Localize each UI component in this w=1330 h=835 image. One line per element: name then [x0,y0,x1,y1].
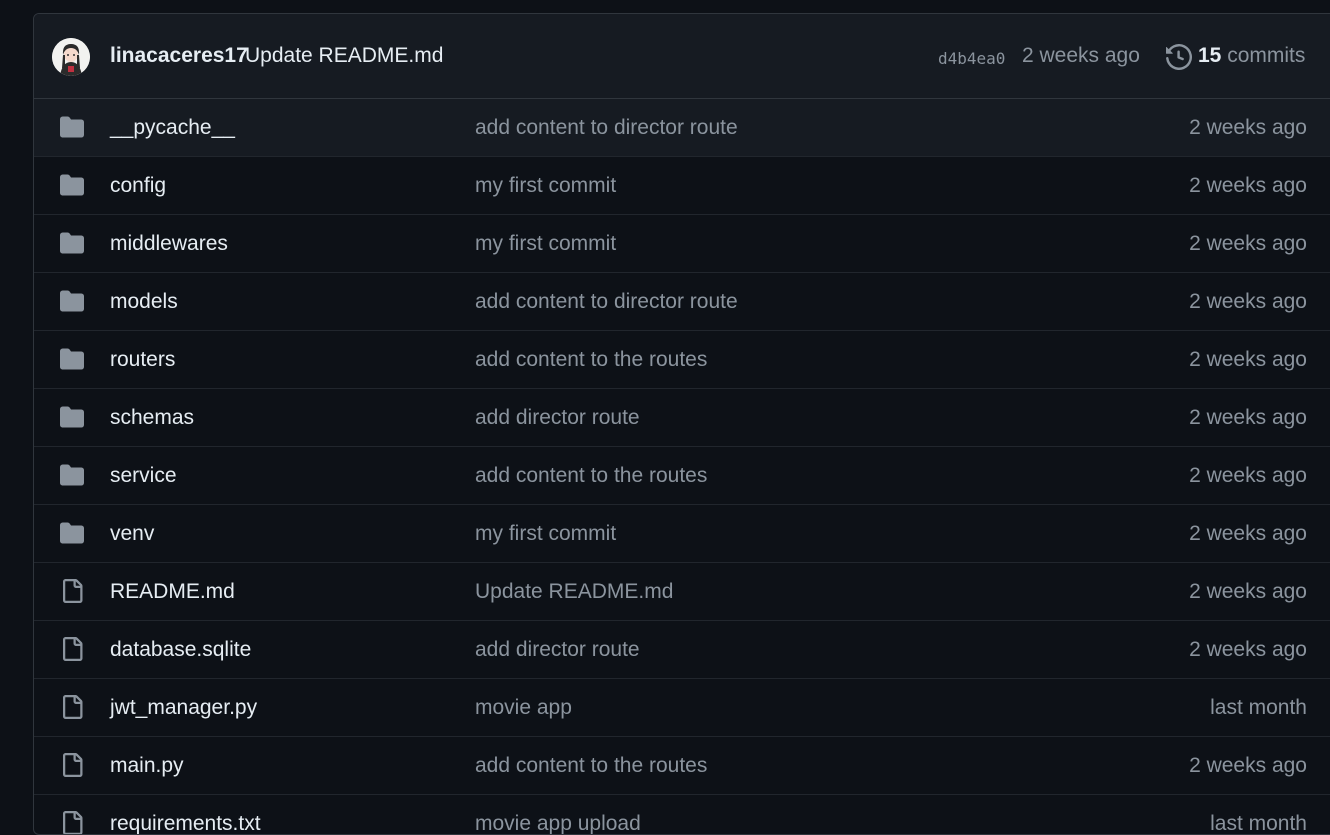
folder-icon [59,347,85,371]
file-browser: linacaceres17 Update README.md d4b4ea0 2… [33,13,1330,835]
file-icon [59,753,85,777]
commits-count-link[interactable]: 15 commits [1198,44,1305,68]
commit-age: last month [1210,696,1307,719]
commit-hash-link[interactable]: d4b4ea0 [938,49,1005,68]
commit-message-link[interactable]: add director route [475,638,640,662]
commit-count: 15 [1198,44,1222,67]
folder-icon [59,289,85,313]
file-name-link[interactable]: requirements.txt [110,812,261,834]
commit-count-label: commits [1227,44,1306,67]
commit-message-link[interactable]: Update README.md [245,44,443,68]
file-row[interactable]: README.md Update README.md 2 weeks ago [34,563,1330,621]
commit-age: last month [1210,812,1307,835]
file-row[interactable]: models add content to director route 2 wee… [34,273,1330,331]
file-icon [59,695,85,719]
folder-icon [59,463,85,487]
commit-age: 2 weeks ago [1189,638,1307,661]
folder-icon [59,173,85,197]
file-row[interactable]: middlewares my first commit 2 weeks ago [34,215,1330,273]
commit-message-link[interactable]: add director route [475,406,640,430]
file-row[interactable]: schemas add director route 2 weeks ago [34,389,1330,447]
commit-age: 2 weeks ago [1189,464,1307,487]
file-name-link[interactable]: main.py [110,754,184,778]
commit-author-link[interactable]: linacaceres17 [110,44,248,68]
folder-icon [59,521,85,545]
file-icon [59,579,85,603]
commit-message-link[interactable]: add content to the routes [475,464,707,488]
commit-age: 2 weeks ago [1189,406,1307,429]
file-name-link[interactable]: database.sqlite [110,638,251,662]
file-name-link[interactable]: middlewares [110,232,228,256]
file-name-link[interactable]: jwt_manager.py [110,696,257,720]
commit-message-link[interactable]: my first commit [475,174,616,198]
file-row[interactable]: venv my first commit 2 weeks ago [34,505,1330,563]
commit-message-link[interactable]: movie app upload [475,812,641,834]
commit-age: 2 weeks ago [1189,754,1307,777]
commit-age: 2 weeks ago [1189,522,1307,545]
commit-age: 2 weeks ago [1189,290,1307,313]
file-row[interactable]: config my first commit 2 weeks ago [34,157,1330,215]
folder-icon [59,115,85,139]
file-icon [59,811,85,834]
commit-message-link[interactable]: my first commit [475,522,616,546]
file-list: __pycache__ add content to director route… [34,99,1330,835]
commit-time: 2 weeks ago [1022,44,1140,67]
commit-age: 2 weeks ago [1189,232,1307,255]
file-name-link[interactable]: __pycache__ [110,116,235,140]
file-row[interactable]: service add content to the routes 2 weeks … [34,447,1330,505]
file-row[interactable]: jwt_manager.py movie app last month [34,679,1330,737]
latest-commit-bar: linacaceres17 Update README.md d4b4ea0 2… [34,14,1330,99]
file-row[interactable]: database.sqlite add director route 2 weeks… [34,621,1330,679]
commit-message-link[interactable]: my first commit [475,232,616,256]
file-name-link[interactable]: models [110,290,178,314]
file-row[interactable]: routers add content to the routes 2 weeks … [34,331,1330,389]
history-icon[interactable] [1166,43,1193,71]
folder-icon [59,231,85,255]
commit-message-link[interactable]: add content to the routes [475,754,707,778]
commit-age: 2 weeks ago [1189,174,1307,197]
commit-message-link[interactable]: movie app [475,696,572,720]
commit-message-link[interactable]: add content to the routes [475,348,707,372]
avatar[interactable] [52,38,90,76]
commit-age: 2 weeks ago [1189,116,1307,139]
file-row[interactable]: main.py add content to the routes 2 weeks … [34,737,1330,795]
commit-message-link[interactable]: Update README.md [475,580,673,604]
file-row[interactable]: __pycache__ add content to director route… [34,99,1330,157]
file-name-link[interactable]: routers [110,348,175,372]
commit-age: 2 weeks ago [1189,580,1307,603]
commit-message-link[interactable]: add content to director route [475,116,738,140]
file-name-link[interactable]: README.md [110,580,235,604]
file-icon [59,637,85,661]
file-name-link[interactable]: config [110,174,166,198]
file-name-link[interactable]: venv [110,522,154,546]
file-name-link[interactable]: service [110,464,177,488]
file-row[interactable]: requirements.txt movie app upload last mon… [34,795,1330,835]
file-name-link[interactable]: schemas [110,406,194,430]
commit-message-link[interactable]: add content to director route [475,290,738,314]
commit-age: 2 weeks ago [1189,348,1307,371]
folder-icon [59,405,85,429]
